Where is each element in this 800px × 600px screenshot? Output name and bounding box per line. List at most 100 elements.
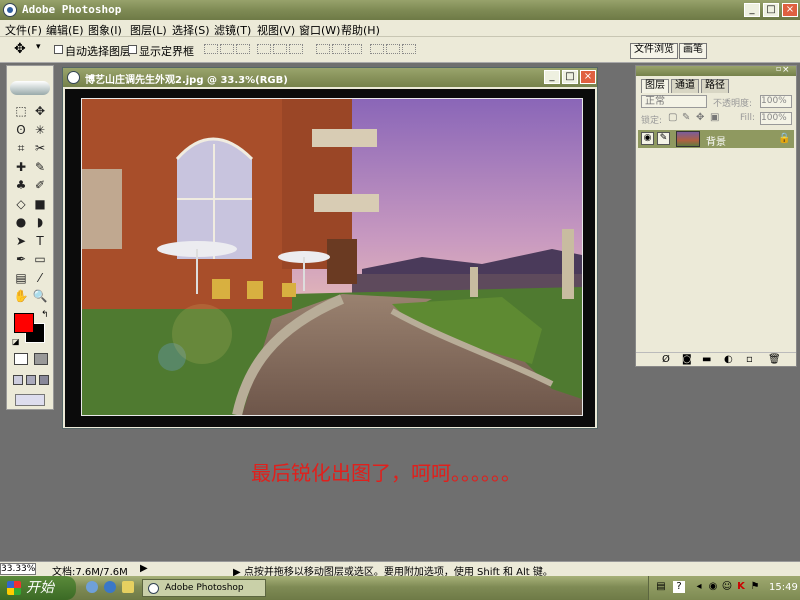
doc-maximize-button[interactable]: □ bbox=[562, 70, 578, 84]
standard-mode-icon[interactable] bbox=[14, 353, 28, 365]
brush-link-icon[interactable]: ✎ bbox=[657, 132, 670, 145]
flag-icon[interactable]: ⚑ bbox=[749, 581, 761, 593]
layer-style-icon[interactable]: Ø bbox=[662, 354, 670, 365]
distribute-hcenter-icon[interactable] bbox=[386, 44, 400, 54]
document-title-bar[interactable]: 博艺山庄调先生外观2.jpg @ 33.3%(RGB) _ □ × bbox=[63, 68, 597, 87]
doc-minimize-button[interactable]: _ bbox=[544, 70, 560, 84]
crop-icon[interactable]: ⌗ bbox=[13, 140, 29, 156]
security-icon[interactable]: ◉ bbox=[707, 581, 719, 593]
zoom-field[interactable]: 33.33% bbox=[0, 563, 36, 575]
menu-help[interactable]: 帮助(H) bbox=[341, 22, 380, 38]
zoom-icon[interactable]: 🔍 bbox=[32, 288, 48, 304]
pen-icon[interactable]: ✒ bbox=[13, 251, 29, 267]
screen-mode-full-menu-icon[interactable] bbox=[26, 375, 36, 385]
screen-mode-standard-icon[interactable] bbox=[13, 375, 23, 385]
lock-transparency-icon[interactable]: ▢ bbox=[668, 112, 677, 123]
align-vcenter-icon[interactable] bbox=[220, 44, 234, 54]
slice-icon[interactable]: ✂ bbox=[32, 140, 48, 156]
distribute-top-icon[interactable] bbox=[316, 44, 330, 54]
shape-icon[interactable]: ▭ bbox=[32, 251, 48, 267]
stamp-icon[interactable]: ♣ bbox=[13, 177, 29, 193]
canvas-area[interactable] bbox=[65, 89, 595, 427]
notes-icon[interactable]: ▤ bbox=[13, 270, 29, 286]
quick-mask-icon[interactable] bbox=[34, 353, 48, 365]
lock-position-icon[interactable]: ✥ bbox=[696, 112, 704, 123]
distribute-right-icon[interactable] bbox=[402, 44, 416, 54]
screen-mode-full-icon[interactable] bbox=[39, 375, 49, 385]
tab-layers[interactable]: 图层 bbox=[641, 79, 669, 93]
trash-icon[interactable]: 🗑 bbox=[768, 354, 781, 365]
move-tool-icon[interactable]: ✥ bbox=[14, 41, 26, 57]
minimize-button[interactable]: _ bbox=[744, 3, 760, 17]
align-hcenter-icon[interactable] bbox=[273, 44, 287, 54]
type-icon[interactable]: T bbox=[32, 233, 48, 249]
menu-layer[interactable]: 图层(L) bbox=[130, 22, 167, 38]
tab-paths[interactable]: 路径 bbox=[701, 79, 729, 93]
align-left-icon[interactable] bbox=[257, 44, 271, 54]
maximize-button[interactable]: □ bbox=[763, 3, 779, 17]
lasso-icon[interactable]: ʘ bbox=[13, 122, 29, 138]
layer-set-icon[interactable]: ▬ bbox=[702, 354, 711, 365]
menu-edit[interactable]: 编辑(E) bbox=[46, 22, 84, 38]
history-brush-icon[interactable]: ✐ bbox=[32, 177, 48, 193]
swap-colors-icon[interactable]: ↰ bbox=[41, 310, 49, 320]
brush-icon[interactable]: ✎ bbox=[32, 159, 48, 175]
distribute-left-icon[interactable] bbox=[370, 44, 384, 54]
healing-icon[interactable]: ✚ bbox=[13, 159, 29, 175]
menu-file[interactable]: 文件(F) bbox=[5, 22, 42, 38]
layer-row-background[interactable]: ◉ ✎ 背景 🔒 bbox=[638, 130, 794, 148]
status-arrow-icon[interactable]: ▶ bbox=[140, 563, 148, 574]
new-layer-icon[interactable]: ▫ bbox=[746, 354, 753, 365]
auto-select-checkbox[interactable] bbox=[54, 45, 63, 54]
fill-field[interactable]: 100% bbox=[760, 112, 792, 125]
menu-select[interactable]: 选择(S) bbox=[172, 22, 210, 38]
menu-view[interactable]: 视图(V) bbox=[257, 22, 295, 38]
distribute-vcenter-icon[interactable] bbox=[332, 44, 346, 54]
eraser-icon[interactable]: ◇ bbox=[13, 196, 29, 212]
doc-close-button[interactable]: × bbox=[580, 70, 596, 84]
blend-mode-select[interactable]: 正常 bbox=[641, 95, 707, 108]
gradient-icon[interactable]: ■ bbox=[32, 196, 48, 212]
quicklaunch-folder-icon[interactable] bbox=[122, 581, 134, 593]
align-bottom-icon[interactable] bbox=[236, 44, 250, 54]
tab-channels[interactable]: 通道 bbox=[671, 79, 699, 93]
start-button[interactable]: 开始 bbox=[0, 576, 76, 600]
network-icon[interactable]: ▤ bbox=[655, 581, 667, 593]
taskbar-photoshop-button[interactable]: Adobe Photoshop bbox=[142, 579, 266, 597]
adjustment-layer-icon[interactable]: ◐ bbox=[724, 354, 733, 365]
distribute-bottom-icon[interactable] bbox=[348, 44, 362, 54]
layer-mask-icon[interactable]: ◙ bbox=[682, 354, 692, 365]
lock-pixels-icon[interactable]: ✎ bbox=[682, 112, 690, 123]
magic-wand-icon[interactable]: ✳ bbox=[32, 122, 48, 138]
menu-filter[interactable]: 滤镜(T) bbox=[214, 22, 251, 38]
align-top-icon[interactable] bbox=[204, 44, 218, 54]
marquee-icon[interactable]: ⬚ bbox=[13, 103, 29, 119]
default-colors-icon[interactable]: ◪ bbox=[12, 337, 20, 346]
close-button[interactable]: × bbox=[782, 3, 798, 17]
jump-to-imageready-icon[interactable] bbox=[15, 394, 45, 406]
palette-minimize-icon[interactable]: ▫ bbox=[776, 64, 781, 73]
opacity-field[interactable]: 100% bbox=[760, 95, 792, 108]
k-icon[interactable]: K bbox=[735, 581, 747, 593]
menu-window[interactable]: 窗口(W) bbox=[299, 22, 340, 38]
chevron-down-icon[interactable]: ▾ bbox=[36, 42, 41, 52]
eyedropper-icon[interactable]: ⁄ bbox=[32, 270, 48, 286]
eye-icon[interactable]: ◉ bbox=[641, 132, 654, 145]
quicklaunch-ie-icon[interactable] bbox=[104, 581, 116, 593]
blur-icon[interactable]: ● bbox=[13, 214, 29, 230]
menu-image[interactable]: 图象(I) bbox=[88, 22, 122, 38]
show-bounds-checkbox[interactable] bbox=[128, 45, 137, 54]
user-icon[interactable]: ☺ bbox=[721, 581, 733, 593]
document-image[interactable] bbox=[81, 98, 583, 416]
quicklaunch-desktop-icon[interactable] bbox=[86, 581, 98, 593]
dodge-icon[interactable]: ◗ bbox=[32, 214, 48, 230]
hand-icon[interactable]: ✋ bbox=[13, 288, 29, 304]
lock-all-icon[interactable]: ▣ bbox=[710, 112, 719, 123]
move-icon[interactable]: ✥ bbox=[32, 103, 48, 119]
path-select-icon[interactable]: ➤ bbox=[13, 233, 29, 249]
help-icon[interactable]: ? bbox=[673, 581, 685, 593]
brushes-tab[interactable]: 画笔 bbox=[679, 43, 707, 59]
file-browser-tab[interactable]: 文件浏览 bbox=[630, 43, 678, 59]
volume-icon[interactable]: ◂ bbox=[693, 581, 705, 593]
foreground-color-swatch[interactable] bbox=[14, 313, 34, 333]
